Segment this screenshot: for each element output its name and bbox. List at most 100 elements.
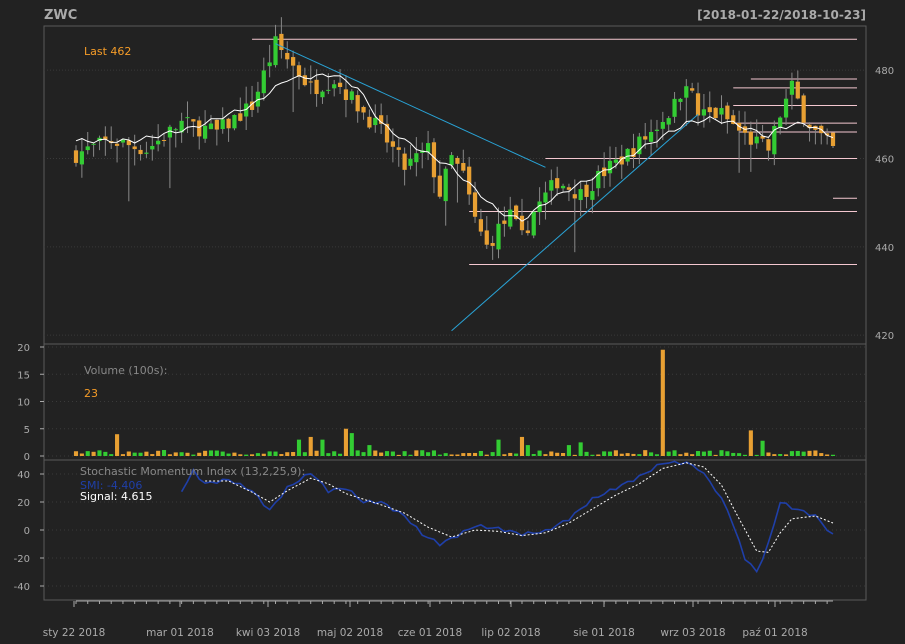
candle-up xyxy=(79,151,84,165)
volume-tick-label: 15 xyxy=(17,370,30,381)
volume-bar xyxy=(343,428,348,456)
smi-label: Stochastic Momentum Index (13,2,25,9): xyxy=(80,465,305,478)
volume-bar xyxy=(784,454,789,456)
candle-up xyxy=(156,140,161,145)
candle-down xyxy=(402,153,407,170)
candle-down xyxy=(766,139,771,151)
candle-down xyxy=(285,52,290,60)
volume-bar xyxy=(807,450,812,456)
volume-tick-label: 5 xyxy=(24,425,30,436)
volume-bar xyxy=(179,452,184,456)
candle-up xyxy=(701,109,707,116)
candle-up xyxy=(789,80,795,95)
candle-up xyxy=(590,191,595,200)
candle-down xyxy=(214,119,219,130)
candle-down xyxy=(197,120,202,137)
volume-bar xyxy=(778,454,783,456)
volume-bar xyxy=(819,453,824,456)
candle-down xyxy=(314,79,319,95)
volume-bar xyxy=(109,454,114,456)
volume-bar xyxy=(244,454,249,456)
volume-bar xyxy=(261,453,266,456)
volume-tick-label: 0 xyxy=(24,452,30,463)
candle-up xyxy=(531,211,536,236)
candle-down xyxy=(795,81,800,99)
candle-up xyxy=(672,98,677,117)
x-tick-label: paź 01 2018 xyxy=(742,627,807,639)
candle-down xyxy=(191,119,196,122)
volume-bar xyxy=(613,450,618,456)
candle-down xyxy=(467,166,472,195)
candle-up xyxy=(549,180,554,191)
candle-down xyxy=(455,157,460,164)
candle-up xyxy=(85,146,90,151)
candle-up xyxy=(508,209,513,227)
candle-down xyxy=(138,149,143,155)
candle-up xyxy=(267,62,272,67)
candle-down xyxy=(602,167,607,177)
candle-down xyxy=(725,105,730,120)
candle-up xyxy=(613,159,618,163)
smi-tick-label: 0 xyxy=(24,526,30,537)
candle-down xyxy=(361,106,366,113)
volume-bar xyxy=(396,454,401,456)
candle-up xyxy=(607,160,613,174)
volume-bar xyxy=(578,442,583,456)
volume-bar xyxy=(737,453,742,456)
volume-bar xyxy=(760,440,765,456)
candle-down xyxy=(296,65,302,77)
price-tick-label: 460 xyxy=(875,155,894,166)
candle-down xyxy=(502,220,507,224)
chart-background xyxy=(0,0,905,644)
volume-bar xyxy=(789,451,794,456)
candle-up xyxy=(326,89,331,91)
volume-bar xyxy=(478,450,483,456)
volume-bar xyxy=(455,454,460,456)
volume-bar xyxy=(361,452,366,456)
volume-bar xyxy=(566,445,571,456)
candle-down xyxy=(279,33,284,51)
candle-down xyxy=(337,82,343,87)
volume-bar xyxy=(654,454,660,456)
candle-down xyxy=(367,116,372,128)
volume-bar xyxy=(349,433,354,456)
candle-up xyxy=(173,129,178,131)
volume-tick-label: 20 xyxy=(17,343,30,354)
volume-bar xyxy=(584,451,589,456)
candle-up xyxy=(496,223,501,250)
candle-down xyxy=(355,95,360,112)
candle-down xyxy=(291,57,296,66)
signal-value-label: Signal: 4.615 xyxy=(80,490,152,503)
candle-down xyxy=(713,107,718,119)
candle-up xyxy=(560,185,566,189)
volume-bar xyxy=(731,452,736,456)
candle-down xyxy=(707,107,712,113)
candle-up xyxy=(666,118,671,125)
volume-bar xyxy=(115,434,120,456)
candle-up xyxy=(261,70,266,94)
candle-down xyxy=(643,136,648,140)
volume-bar xyxy=(208,450,214,456)
volume-bar xyxy=(273,451,278,456)
volume-bar xyxy=(596,454,601,456)
candle-up xyxy=(408,158,413,166)
volume-bar xyxy=(73,451,79,456)
volume-bar xyxy=(484,454,489,456)
volume-bar xyxy=(156,450,161,456)
volume-bar xyxy=(214,450,219,456)
candle-down xyxy=(566,187,572,190)
smi-tick-label: -20 xyxy=(14,554,30,565)
candle-down xyxy=(431,142,437,178)
candle-up xyxy=(150,145,155,150)
volume-bar xyxy=(590,454,595,456)
candle-down xyxy=(484,230,489,245)
candle-down xyxy=(384,123,390,143)
volume-bar xyxy=(279,454,284,456)
candle-up xyxy=(414,153,419,163)
price-tick-label: 420 xyxy=(875,331,894,342)
volume-bar xyxy=(742,454,748,456)
candle-down xyxy=(525,230,530,234)
volume-bar xyxy=(625,453,630,456)
volume-bar xyxy=(191,454,196,456)
volume-bar xyxy=(379,452,384,456)
